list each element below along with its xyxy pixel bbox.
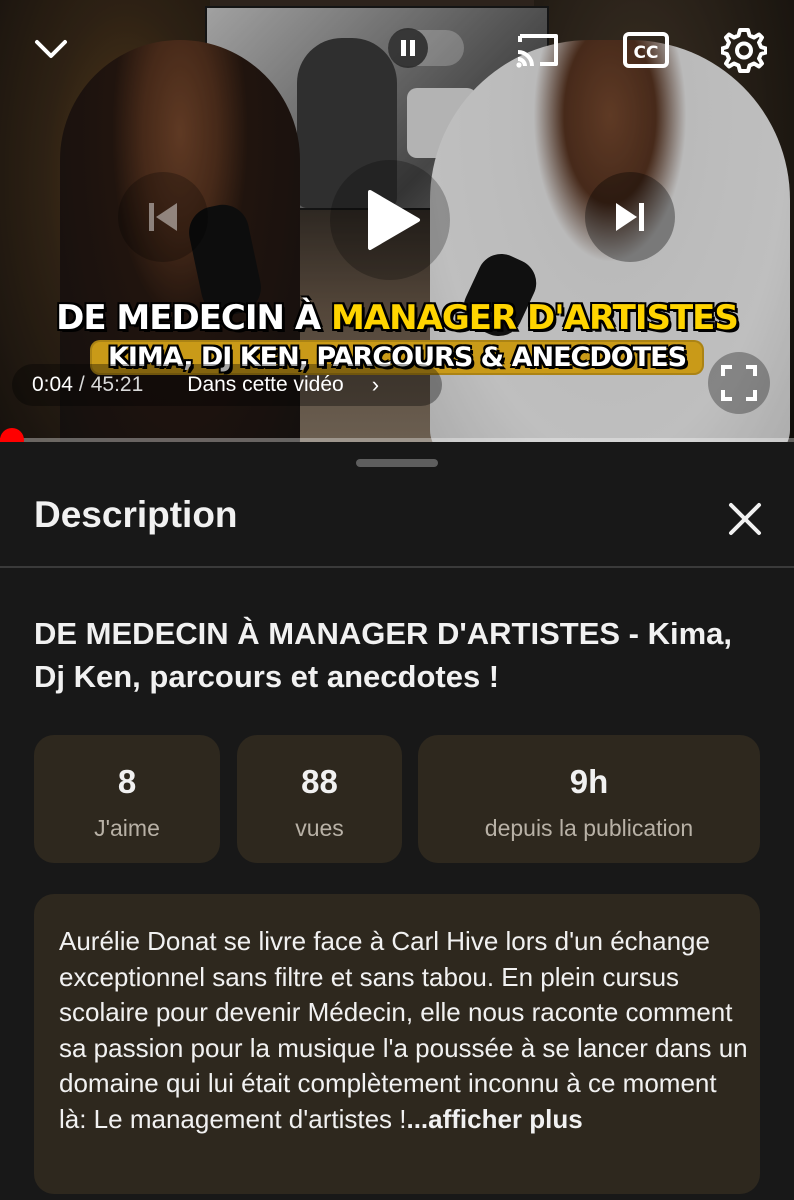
panel-title: Description [34, 494, 238, 535]
description-panel: Description DE MEDECIN À MANAGER D'ARTIS… [0, 442, 794, 1200]
previous-icon [149, 203, 177, 231]
settings-icon [721, 28, 767, 73]
views-count: 88 [301, 763, 338, 800]
cast-button[interactable] [512, 26, 564, 74]
headline-part2: MANAGER D'ARTISTES [330, 298, 739, 338]
autoplay-toggle[interactable] [388, 28, 464, 68]
show-more-link[interactable]: ...afficher plus [406, 1104, 582, 1134]
pause-icon [401, 40, 415, 56]
current-time: 0:04 [32, 373, 73, 396]
minimize-button[interactable] [30, 28, 72, 70]
divider [0, 566, 794, 568]
likes-stat: 8 J'aime [34, 735, 220, 863]
published-age: 9h [569, 763, 609, 800]
video-duration: 45:21 [90, 373, 144, 396]
cc-icon: CC [623, 32, 669, 68]
video-player[interactable]: DE MEDECIN À MANAGER D'ARTISTES KIMA, DJ… [0, 0, 794, 442]
play-button[interactable] [330, 160, 450, 280]
next-icon [616, 203, 644, 231]
close-button[interactable] [722, 496, 768, 542]
description-box[interactable]: Aurélie Donat se livre face à Carl Hive … [34, 894, 760, 1194]
drag-handle[interactable] [356, 459, 438, 467]
headline-part1: DE MEDECIN À [56, 298, 331, 338]
settings-button[interactable] [718, 24, 770, 76]
views-label: vues [295, 815, 344, 841]
thumbnail-headline: DE MEDECIN À MANAGER D'ARTISTES [0, 298, 794, 338]
captions-button[interactable]: CC [620, 26, 672, 74]
views-stat: 88 vues [237, 735, 402, 863]
video-title: DE MEDECIN À MANAGER D'ARTISTES - Kima, … [34, 616, 733, 695]
close-icon [729, 503, 761, 535]
published-stat: 9h depuis la publication [418, 735, 760, 863]
time-and-chapter-bar[interactable]: 0:04 / 45:21 Dans cette vidéo › [12, 364, 442, 406]
fullscreen-icon [721, 365, 757, 401]
description-body: Aurélie Donat se livre face à Carl Hive … [59, 926, 748, 1134]
next-video-button[interactable] [585, 172, 675, 262]
previous-video-button[interactable] [118, 172, 208, 262]
time-separator: / [78, 373, 85, 396]
chevron-down-icon [35, 40, 67, 58]
published-label: depuis la publication [484, 815, 694, 841]
chapters-link[interactable]: Dans cette vidéo [187, 373, 343, 397]
cast-icon [516, 34, 558, 68]
description-text: Aurélie Donat se livre face à Carl Hive … [59, 924, 749, 1137]
cc-label: CC [634, 43, 659, 63]
autoplay-knob [388, 28, 428, 68]
likes-label: J'aime [94, 815, 160, 841]
chevron-right-icon: › [371, 372, 380, 397]
fullscreen-button[interactable] [708, 352, 770, 414]
play-icon [368, 190, 420, 250]
likes-count: 8 [117, 763, 137, 800]
